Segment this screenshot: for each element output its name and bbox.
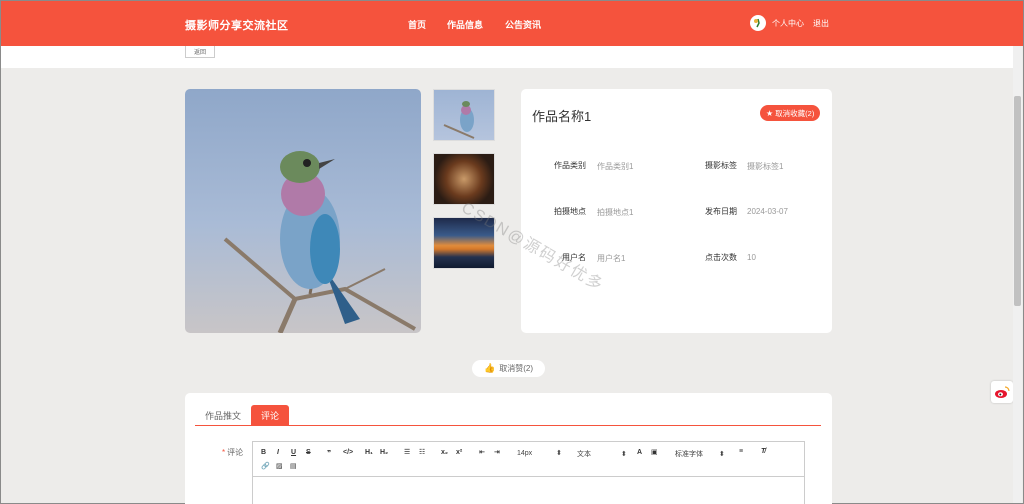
thumbnail-2[interactable]: [433, 153, 495, 205]
required-marker: *: [222, 448, 226, 457]
content-card: 作品推文 评论 * 评论 B I U S ❞ </> H₁ H₂ ☰ ☷ x₂ x…: [185, 393, 832, 504]
underline-button[interactable]: U: [291, 449, 296, 456]
blockquote-button[interactable]: ❞: [327, 449, 331, 457]
site-logo[interactable]: 摄影师分享交流社区: [185, 17, 289, 33]
category-label: 作品类别: [554, 161, 586, 170]
clear-format-button[interactable]: T̸: [761, 448, 765, 455]
comment-editor[interactable]: B I U S ❞ </> H₁ H₂ ☰ ☷ x₂ x² ⇤ ⇥ 14px ⬍…: [252, 441, 805, 504]
bullet-list-button[interactable]: ☷: [419, 448, 425, 456]
nav-news[interactable]: 公告资讯: [505, 18, 541, 31]
user-center-link[interactable]: 个人中心: [772, 18, 804, 29]
work-title: 作品名称1: [532, 109, 592, 124]
thumbnail-3[interactable]: [433, 217, 495, 269]
sub-bar: 返回: [1, 46, 1013, 68]
align-button[interactable]: ≡: [739, 448, 743, 455]
tag-value: 摄影标签1: [747, 162, 784, 171]
date-label: 发布日期: [705, 207, 737, 216]
h2-button[interactable]: H₂: [380, 449, 388, 456]
clicks-value: 10: [747, 253, 756, 262]
superscript-button[interactable]: x²: [456, 449, 462, 456]
editor-toolbar: B I U S ❞ </> H₁ H₂ ☰ ☷ x₂ x² ⇤ ⇥ 14px ⬍…: [253, 442, 804, 477]
comment-field-label: * 评论: [222, 447, 243, 458]
subscript-button[interactable]: x₂: [441, 449, 448, 456]
location-label: 拍摄地点: [554, 207, 586, 216]
h1-button[interactable]: H₁: [365, 449, 373, 456]
favorite-button[interactable]: ★ 取消收藏(2): [760, 105, 821, 121]
image-button[interactable]: ▨: [276, 462, 283, 470]
back-button[interactable]: 返回: [185, 46, 215, 58]
tab-comments[interactable]: 评论: [251, 405, 290, 425]
category-value: 作品类别1: [597, 162, 634, 171]
logout-link[interactable]: 退出: [813, 18, 829, 29]
top-navigation-bar: 摄影师分享交流社区 首页 作品信息 公告资讯 个人中心 退出: [1, 1, 1023, 46]
favorite-label: 取消收藏(2): [775, 108, 815, 118]
date-value: 2024-03-07: [747, 207, 788, 216]
code-button[interactable]: </>: [343, 449, 353, 456]
main-photo[interactable]: [185, 89, 421, 333]
text-style-select[interactable]: 文本 ⬍: [577, 449, 627, 459]
comment-label-text: 评论: [227, 448, 244, 457]
strike-button[interactable]: S: [306, 449, 311, 456]
avatar-icon[interactable]: [750, 15, 766, 31]
font-size-select[interactable]: 14px ⬍: [517, 449, 562, 457]
outdent-button[interactable]: ⇤: [479, 448, 485, 456]
user-label: 用户名: [562, 253, 586, 262]
nav-works[interactable]: 作品信息: [447, 18, 483, 31]
nav-home[interactable]: 首页: [408, 18, 426, 31]
star-icon: ★: [766, 108, 774, 118]
tag-label: 摄影标签: [705, 161, 737, 170]
weibo-icon[interactable]: [991, 381, 1013, 403]
like-label: 取消赞(2): [499, 364, 533, 373]
user-area: 个人中心 退出: [750, 15, 838, 31]
font-family-select[interactable]: 标准字体 ⬍: [675, 449, 725, 459]
italic-button[interactable]: I: [277, 449, 279, 456]
like-button[interactable]: 👍 取消赞(2): [472, 360, 545, 377]
user-value: 用户名1: [597, 254, 626, 263]
scrollbar[interactable]: [1013, 46, 1022, 503]
clicks-label: 点击次数: [705, 253, 737, 262]
work-info-card: 作品名称1 ★ 取消收藏(2) 作品类别 作品类别1 摄影标签 摄影标签1 拍摄…: [521, 89, 832, 333]
link-button[interactable]: 🔗: [261, 462, 270, 470]
indent-button[interactable]: ⇥: [494, 448, 500, 456]
ordered-list-button[interactable]: ☰: [404, 448, 410, 456]
tab-article[interactable]: 作品推文: [195, 405, 251, 425]
background-color-button[interactable]: ▣: [651, 448, 658, 456]
tab-bar: 作品推文 评论: [195, 405, 821, 426]
location-value: 拍摄地点1: [597, 208, 634, 217]
bold-button[interactable]: B: [261, 449, 266, 456]
thumbnail-1[interactable]: [433, 89, 495, 141]
font-color-button[interactable]: A: [637, 449, 642, 456]
video-button[interactable]: ▤: [290, 462, 297, 470]
thumb-up-icon: 👍: [484, 363, 496, 373]
scrollbar-thumb[interactable]: [1014, 96, 1021, 306]
